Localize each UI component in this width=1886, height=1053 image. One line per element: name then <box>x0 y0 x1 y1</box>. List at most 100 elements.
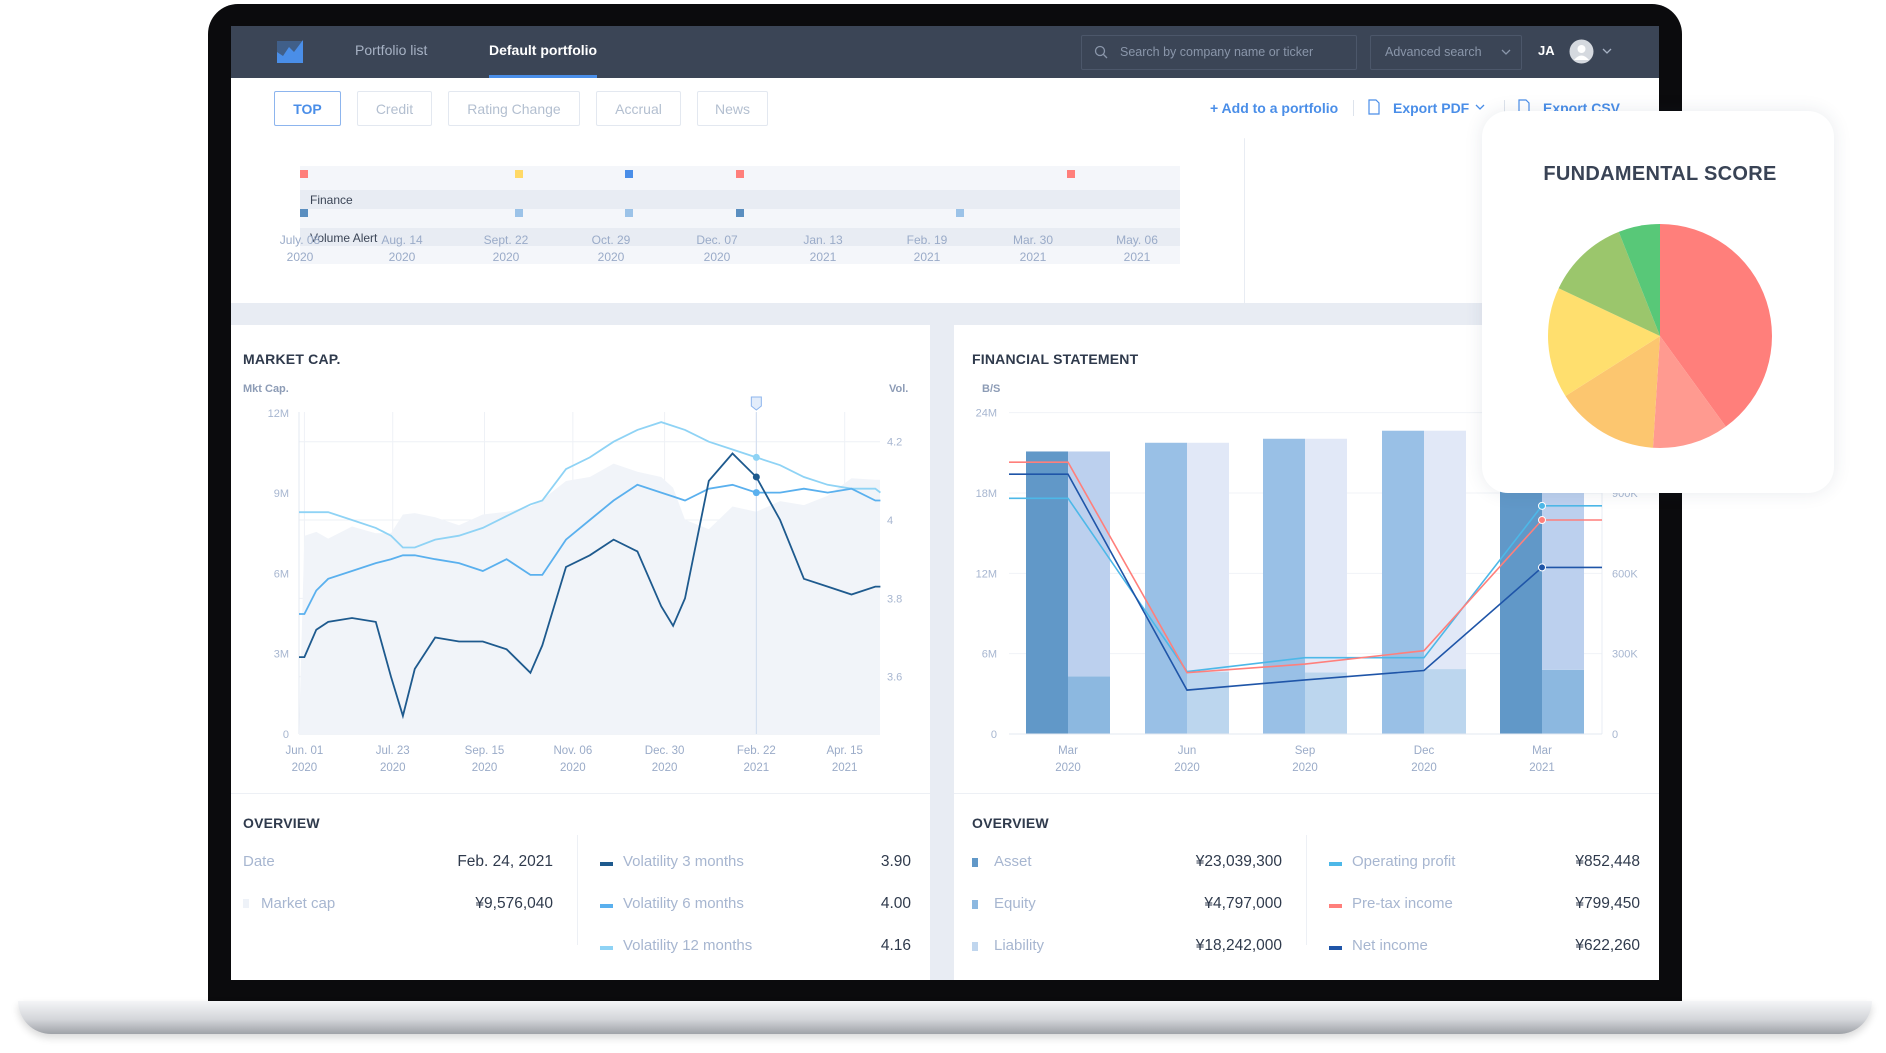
nav-portfolio-list[interactable]: Portfolio list <box>355 42 427 58</box>
market-cap-value: ¥9,576,040 <box>475 895 553 912</box>
timeline-date-year: 2021 <box>809 250 837 264</box>
laptop-base <box>18 1001 1872 1034</box>
avatar[interactable] <box>1569 39 1594 64</box>
timeline-event-marker[interactable] <box>625 209 633 217</box>
left-axis-title: Mkt Cap. <box>243 383 289 395</box>
top-nav: Portfolio list Default portfolio Search … <box>231 26 1659 78</box>
advanced-search-label: Advanced search <box>1385 45 1482 59</box>
search-placeholder: Search by company name or ticker <box>1120 45 1314 59</box>
timeline-date-day: Jan. 13 <box>803 233 843 247</box>
timeline-date-day: Mar. 30 <box>1012 233 1054 247</box>
timeline-date-year: 2020 <box>597 250 625 264</box>
balance-sheet-label: Equity <box>994 895 1036 912</box>
event-timeline: Finance Volume Alert July. 08 2020 Aug. 14 20… <box>231 138 1244 303</box>
sub-toolbar: TOP Credit Rating Change Accrual News + … <box>231 78 1659 139</box>
balance-sheet-label: Liability <box>994 937 1045 954</box>
timeline-row-label: Finance <box>310 193 353 207</box>
timeline-event-marker[interactable] <box>515 209 523 217</box>
timeline-date-day: July. 08 <box>279 233 321 247</box>
timeline-event-marker[interactable] <box>736 170 744 178</box>
balance-sheet-swatch <box>972 942 978 951</box>
pdf-file-icon <box>1368 99 1380 115</box>
tab-accrual[interactable]: Accrual <box>596 91 681 126</box>
left-axis-title: B/S <box>982 383 1001 395</box>
add-to-portfolio-link[interactable]: + Add to a portfolio <box>1210 100 1338 116</box>
volatility-swatch <box>600 946 613 950</box>
timeline-date-year: 2021 <box>1123 250 1151 264</box>
timeline-band <box>300 190 1180 209</box>
timeline-date-day: Oct. 29 <box>591 233 631 247</box>
balance-sheet-value: ¥4,797,000 <box>1204 895 1282 912</box>
income-value: ¥622,260 <box>1575 937 1640 954</box>
timeline-date-day: Aug. 14 <box>381 233 423 247</box>
volatility-label: Volatility 3 months <box>623 853 744 870</box>
timeline-event-marker[interactable] <box>736 209 744 217</box>
export-pdf-chevron-icon[interactable] <box>1475 104 1485 111</box>
timeline-event-marker[interactable] <box>300 209 308 217</box>
search-input[interactable]: Search by company name or ticker <box>1081 35 1357 70</box>
right-axis-title: Vol. <box>889 383 909 395</box>
timeline-date-day: Dec. 07 <box>696 233 738 247</box>
volatility-value: 4.16 <box>880 937 911 954</box>
timeline-event-marker[interactable] <box>300 170 308 178</box>
financial-statement-title: FINANCIAL STATEMENT <box>972 351 1139 367</box>
timeline-date-year: 2020 <box>492 250 520 264</box>
income-swatch <box>1329 904 1342 908</box>
divider <box>954 793 1659 794</box>
timeline-event-marker[interactable] <box>1067 170 1075 178</box>
market-cap-label: Market cap <box>261 895 336 912</box>
user-initials: JA <box>1538 43 1555 58</box>
balance-sheet-swatch <box>972 900 978 909</box>
tab-top[interactable]: TOP <box>274 91 341 126</box>
app-screen: Portfolio list Default portfolio Search … <box>231 26 1659 980</box>
advanced-search-dropdown[interactable]: Advanced search <box>1370 35 1522 70</box>
export-pdf-button[interactable]: Export PDF <box>1393 100 1469 116</box>
income-label: Operating profit <box>1352 853 1456 870</box>
income-swatch <box>1329 946 1342 950</box>
nav-default-portfolio[interactable]: Default portfolio <box>489 42 597 58</box>
volatility-swatch <box>600 862 613 866</box>
market-cap-swatch <box>243 899 249 908</box>
income-value: ¥852,448 <box>1575 853 1640 870</box>
income-value: ¥799,450 <box>1575 895 1640 912</box>
financial-overview-title: OVERVIEW <box>972 815 1049 831</box>
balance-sheet-value: ¥18,242,000 <box>1195 937 1282 954</box>
market-cap-panel: MARKET CAP. Mkt Cap. Vol. OVERVIEW Date … <box>231 325 930 980</box>
income-label: Pre-tax income <box>1352 895 1453 912</box>
market-overview-title: OVERVIEW <box>243 815 320 831</box>
date-value: Feb. 24, 2021 <box>457 853 553 870</box>
timeline-date-year: 2021 <box>1019 250 1047 264</box>
divider <box>1306 835 1307 945</box>
volatility-label: Volatility 6 months <box>623 895 744 912</box>
timeline-date-day: Sept. 22 <box>483 233 529 247</box>
volatility-swatch <box>600 904 613 908</box>
timeline-date-day: May. 06 <box>1116 233 1158 247</box>
market-cap-title: MARKET CAP. <box>243 351 341 367</box>
income-label: Net income <box>1352 937 1428 954</box>
tab-rating-change[interactable]: Rating Change <box>448 91 580 126</box>
search-icon <box>1094 45 1108 59</box>
timeline-event-marker[interactable] <box>625 170 633 178</box>
fundamental-score-card: FUNDAMENTAL SCORE <box>1482 111 1834 493</box>
tab-news[interactable]: News <box>697 91 768 126</box>
divider <box>1353 100 1354 116</box>
divider <box>577 835 578 945</box>
tab-credit[interactable]: Credit <box>357 91 432 126</box>
volatility-label: Volatility 12 months <box>623 937 753 954</box>
app-logo-icon[interactable] <box>276 38 306 64</box>
balance-sheet-swatch <box>972 858 978 867</box>
timeline-date-year: 2020 <box>286 250 314 264</box>
timeline-date-day: Feb. 19 <box>906 233 948 247</box>
income-swatch <box>1329 862 1342 866</box>
volatility-value: 4.00 <box>880 895 911 912</box>
fundamental-score-pie <box>1548 224 1772 449</box>
timeline-event-marker[interactable] <box>515 170 523 178</box>
balance-sheet-value: ¥23,039,300 <box>1195 853 1282 870</box>
date-label: Date <box>243 853 275 870</box>
balance-sheet-label: Asset <box>994 853 1032 870</box>
timeline-event-marker[interactable] <box>956 209 964 217</box>
timeline-date-year: 2020 <box>388 250 416 264</box>
timeline-date-year: 2021 <box>913 250 941 264</box>
user-menu-chevron-icon[interactable] <box>1602 48 1612 55</box>
divider <box>231 793 930 794</box>
